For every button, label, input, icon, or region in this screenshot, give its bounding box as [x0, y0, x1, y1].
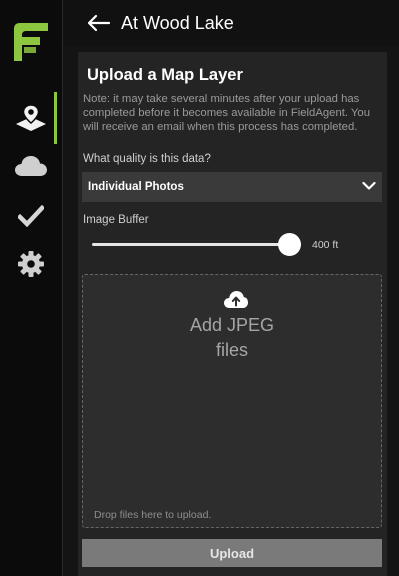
quality-select-value: Individual Photos	[88, 181, 184, 193]
chevron-down-icon	[362, 181, 376, 190]
image-buffer-label: Image Buffer	[83, 214, 149, 226]
cloud-upload-icon	[224, 291, 248, 308]
upload-button[interactable]: Upload	[82, 539, 382, 567]
gear-icon	[18, 251, 44, 277]
drop-zone-title-line-2: files	[215, 340, 248, 360]
file-drop-zone[interactable]: Add JPEG files Drop files here to upload…	[82, 274, 382, 528]
sidebar	[0, 0, 63, 576]
sidebar-item-settings[interactable]	[0, 244, 62, 284]
check-icon	[18, 205, 44, 227]
back-arrow-icon[interactable]	[85, 13, 111, 33]
map-pin-layers-icon	[16, 104, 46, 131]
quality-select[interactable]: Individual Photos	[82, 172, 382, 202]
upload-note: Note: it may take several minutes after …	[83, 93, 371, 133]
drop-zone-title-line-1: Add JPEG	[189, 315, 275, 335]
sidebar-item-tasks[interactable]	[0, 196, 62, 236]
upload-panel: Upload a Map Layer Note: it may take sev…	[78, 52, 387, 576]
image-buffer-slider-thumb[interactable]	[278, 233, 301, 256]
image-buffer-slider-track[interactable]	[92, 243, 292, 246]
panel-title: Upload a Map Layer	[87, 66, 243, 84]
app-header: At Wood Lake	[63, 0, 399, 46]
drop-zone-title: Add JPEG files	[83, 313, 381, 363]
quality-label: What quality is this data?	[83, 153, 211, 165]
drop-zone-hint: Drop files here to upload.	[94, 509, 212, 521]
cloud-icon	[15, 156, 47, 176]
image-buffer-value: 400 ft	[312, 239, 339, 251]
page-title: At Wood Lake	[121, 12, 234, 33]
sidebar-item-map[interactable]	[0, 92, 62, 144]
sidebar-item-cloud[interactable]	[0, 146, 62, 186]
fieldagent-logo	[14, 23, 48, 61]
